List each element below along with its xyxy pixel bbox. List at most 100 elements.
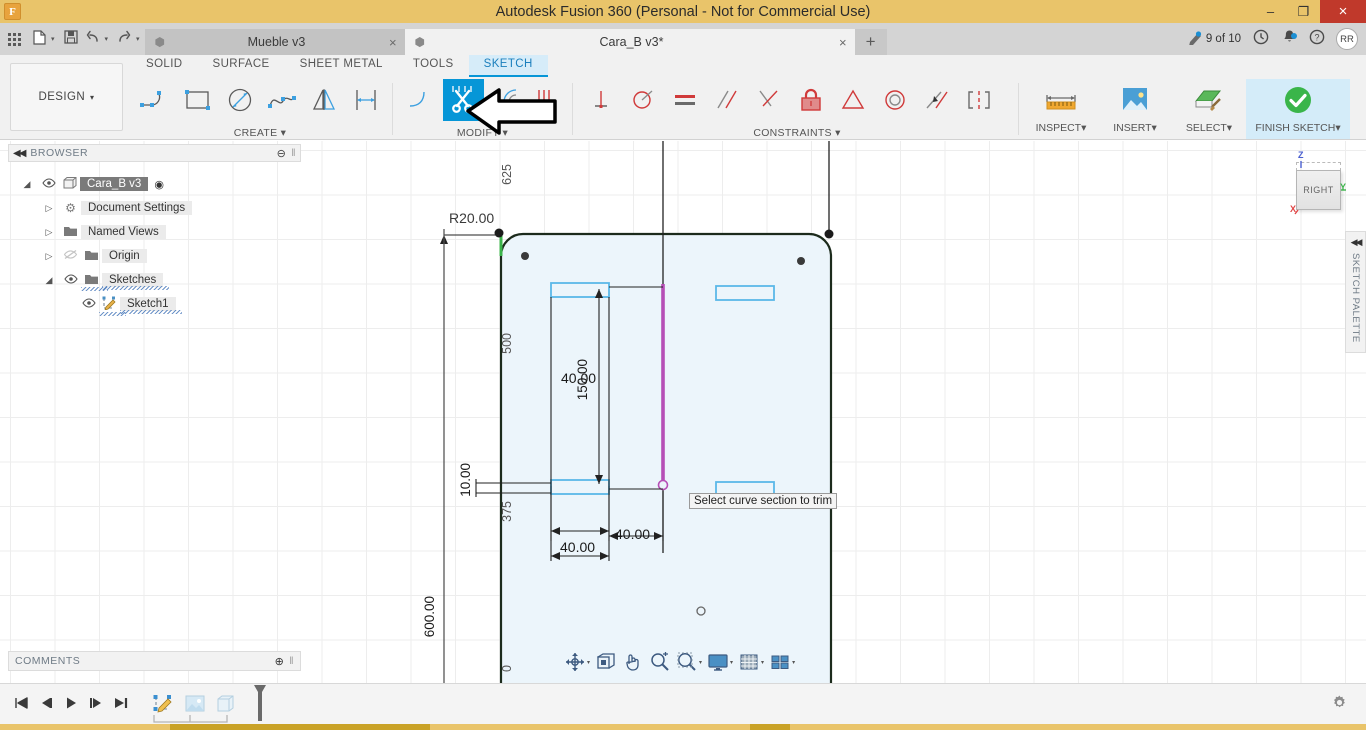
dimension-width-40-right[interactable]: 40.00 — [615, 526, 650, 542]
close-icon[interactable]: × — [389, 35, 397, 50]
tab-solid[interactable]: SOLID — [131, 55, 198, 77]
browser-options-icon[interactable]: ⊖ — [277, 147, 287, 160]
timeline-play[interactable] — [58, 696, 83, 713]
constraint-equal-tool[interactable] — [664, 79, 706, 121]
dimension-offset-10[interactable]: 10.00 — [458, 463, 473, 497]
constraint-fix-tool[interactable] — [790, 79, 832, 121]
tree-item-origin[interactable]: ▷ Origin — [16, 244, 306, 268]
collapse-icon[interactable]: ◀◀ — [13, 148, 26, 159]
tree-item-sketch1[interactable]: Sketch1 — [16, 292, 306, 316]
app-grid-icon[interactable] — [0, 23, 28, 55]
timeline-go-to-beginning[interactable] — [8, 696, 33, 713]
expand-arrow-icon[interactable]: ◢ — [16, 179, 38, 190]
constraint-horizontal-vertical-tool[interactable] — [580, 79, 622, 121]
display-settings-button[interactable]: ▾ — [705, 651, 735, 673]
panel-constraints-label[interactable]: CONSTRAINTS ▾ — [578, 127, 1016, 139]
dimension-height-150[interactable]: 150.00 — [575, 359, 590, 400]
dimension-height-600[interactable]: 600.00 — [422, 596, 437, 637]
grid-snap-button[interactable]: ▾ — [736, 651, 766, 673]
constraint-perpendicular-tool[interactable] — [748, 79, 790, 121]
sketch-dimension-tool[interactable] — [345, 79, 387, 121]
chevron-down-icon[interactable]: ▾ — [761, 659, 764, 666]
chevron-down-icon[interactable]: ▾ — [792, 659, 795, 666]
visibility-eye-icon[interactable] — [78, 297, 99, 311]
document-tab-mueble[interactable]: ⬢ Mueble v3 × — [144, 29, 405, 55]
insert-button[interactable]: INSERT▾ — [1098, 79, 1172, 139]
select-button[interactable]: SELECT▾ — [1172, 79, 1246, 139]
timeline-go-to-end[interactable] — [108, 696, 133, 713]
redo-button[interactable]: ▾ — [113, 23, 145, 55]
expand-arrow-icon[interactable]: ▷ — [38, 227, 60, 238]
tab-tools[interactable]: TOOLS — [398, 55, 469, 77]
viewports-button[interactable]: ▾ — [767, 651, 797, 673]
tree-item-document-settings[interactable]: ▷ ⚙ Document Settings — [16, 196, 306, 220]
timeline-sketch1-node[interactable] — [151, 693, 177, 715]
zoom-button[interactable] — [647, 651, 673, 673]
finish-sketch-button[interactable]: FINISH SKETCH▾ — [1246, 79, 1350, 139]
constraint-symmetry-tool[interactable] — [958, 79, 1000, 121]
timeline-step-back[interactable] — [33, 696, 58, 713]
add-comment-icon[interactable]: ⊕ — [275, 655, 285, 668]
restore-button[interactable]: ❐ — [1287, 0, 1320, 23]
sketch-circle-tool[interactable] — [219, 79, 261, 121]
constraint-concentric-tool[interactable] — [874, 79, 916, 121]
dimension-height-625[interactable]: 625 — [500, 164, 514, 185]
look-at-button[interactable] — [593, 651, 619, 673]
sketch-rectangle-tool[interactable] — [177, 79, 219, 121]
chevron-down-icon[interactable]: ▾ — [699, 659, 702, 666]
sketch-mirror-tool[interactable] — [303, 79, 345, 121]
undo-button[interactable]: ▾ — [82, 23, 114, 55]
dimension-width-40-bottom[interactable]: 40.00 — [560, 539, 595, 555]
job-status-button[interactable]: 9 of 10 — [1183, 30, 1246, 48]
timeline-step-forward[interactable] — [83, 696, 108, 713]
tab-sketch[interactable]: SKETCH — [468, 55, 548, 77]
chevron-down-icon[interactable]: ▾ — [587, 659, 590, 666]
view-cube[interactable]: RIGHT Z Y X — [1288, 150, 1350, 218]
timeline-feature-node-3[interactable] — [213, 693, 239, 715]
sketch-line-tool[interactable] — [135, 79, 177, 121]
constraint-coincident-tool[interactable] — [622, 79, 664, 121]
close-icon[interactable]: × — [839, 35, 847, 50]
view-cube-face[interactable]: RIGHT — [1296, 170, 1341, 210]
dimension-height-375[interactable]: 375 — [500, 501, 514, 522]
close-button[interactable]: × — [1320, 0, 1366, 23]
constraint-midpoint-tool[interactable] — [832, 79, 874, 121]
sketch-palette-panel[interactable]: ◀◀ SKETCH PALETTE — [1345, 231, 1366, 353]
workspace-selector[interactable]: DESIGN ▾ — [10, 63, 123, 131]
history-icon[interactable] — [1248, 29, 1274, 49]
orbit-button[interactable]: ▾ — [562, 651, 592, 673]
new-tab-button[interactable]: + — [854, 29, 887, 55]
pan-button[interactable] — [620, 651, 646, 673]
timeline-settings-icon[interactable] — [1331, 694, 1348, 715]
help-icon[interactable]: ? — [1304, 29, 1330, 49]
activate-component-radio[interactable]: ◉ — [154, 178, 164, 191]
minimize-button[interactable]: – — [1254, 0, 1287, 23]
tab-surface[interactable]: SURFACE — [198, 55, 285, 77]
constraint-collinear-tool[interactable] — [916, 79, 958, 121]
document-tab-cara-b[interactable]: ⬢ Cara_B v3* × — [404, 29, 855, 55]
expand-arrow-icon[interactable]: ◢ — [38, 275, 60, 286]
panel-create-label[interactable]: CREATE ▾ — [131, 127, 389, 139]
collapse-icon[interactable]: ◀◀ — [1351, 237, 1363, 248]
visibility-off-icon[interactable] — [60, 249, 81, 263]
sketch-fillet-tool[interactable] — [402, 79, 443, 121]
chevron-down-icon[interactable]: ▾ — [730, 659, 733, 666]
sketch-spline-tool[interactable] — [261, 79, 303, 121]
tree-item-sketches[interactable]: ◢ Sketches — [16, 268, 306, 292]
tree-item-cara-b[interactable]: ◢ Cara_B v3 ◉ — [16, 172, 306, 196]
resize-grip-icon[interactable]: ‖ — [291, 148, 296, 159]
tab-sheet-metal[interactable]: SHEET METAL — [285, 55, 398, 77]
dimension-radius-fillet[interactable]: R20.00 — [449, 210, 494, 226]
timeline-feature-node-2[interactable] — [182, 693, 208, 715]
avatar[interactable]: RR — [1336, 28, 1358, 50]
fit-button[interactable]: ▾ — [674, 651, 704, 673]
save-button[interactable] — [60, 23, 82, 55]
inspect-button[interactable]: INSPECT▾ — [1024, 79, 1098, 139]
resize-grip-icon[interactable]: ‖ — [289, 656, 294, 667]
comments-panel[interactable]: COMMENTS ⊕ ‖ — [8, 651, 301, 671]
new-document-button[interactable]: ▾ — [28, 23, 60, 55]
dimension-height-500[interactable]: 500 — [500, 333, 514, 354]
notifications-icon[interactable] — [1276, 29, 1302, 49]
expand-arrow-icon[interactable]: ▷ — [38, 203, 60, 214]
tree-item-named-views[interactable]: ▷ Named Views — [16, 220, 306, 244]
